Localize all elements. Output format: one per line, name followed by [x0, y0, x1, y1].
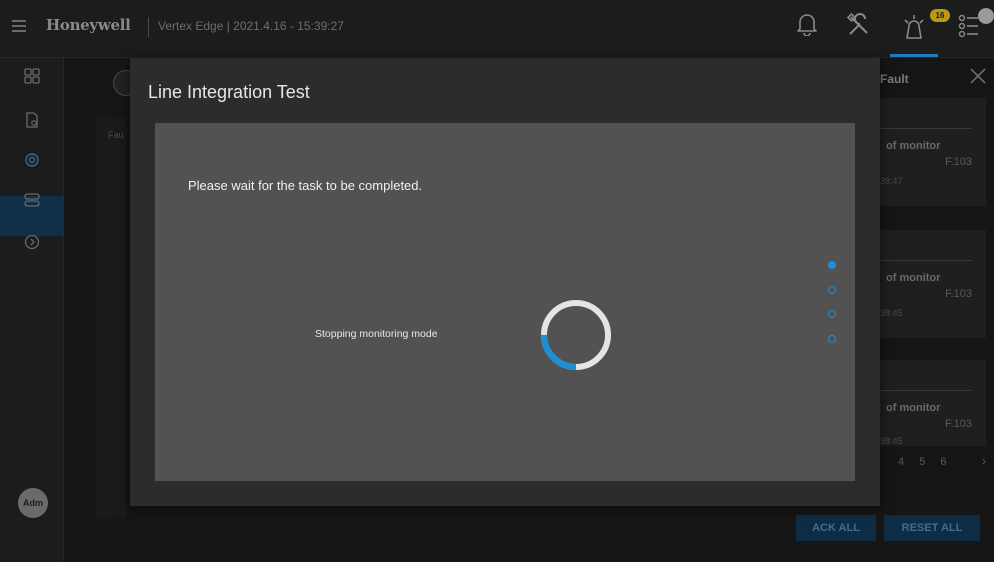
card-divider — [880, 390, 972, 391]
fault-card-title: of monitor — [886, 402, 941, 414]
next-page-icon[interactable]: › — [982, 454, 986, 468]
fault-table-background — [96, 118, 126, 518]
divider — [148, 17, 149, 37]
close-icon[interactable] — [968, 66, 988, 86]
alarm-count-badge: 16 — [930, 9, 950, 22]
card-divider — [880, 128, 972, 129]
fault-card-time: 38:45 — [880, 436, 903, 446]
fault-panel-title: Fault — [880, 72, 909, 86]
alarm-icon[interactable] — [900, 12, 928, 42]
devices-icon[interactable] — [24, 192, 40, 208]
ack-all-button[interactable]: ACK ALL — [796, 515, 876, 541]
brand-logo: Honeywell — [46, 16, 131, 34]
document-icon[interactable] — [24, 112, 40, 128]
device-list-icon[interactable] — [958, 12, 980, 40]
sidebar — [0, 58, 64, 562]
help-icon[interactable] — [24, 234, 40, 250]
loading-spinner-icon — [541, 300, 611, 370]
user-avatar[interactable]: Adm — [18, 488, 48, 518]
tools-icon[interactable] — [846, 12, 872, 38]
wait-message: Please wait for the task to be completed… — [188, 178, 423, 193]
dashboard-icon[interactable] — [24, 68, 40, 84]
active-tab-indicator — [890, 54, 938, 57]
step-indicator-dot — [828, 286, 836, 294]
card-divider — [880, 260, 972, 261]
fault-card-time: 38:45 — [880, 308, 903, 318]
page-link[interactable]: 6 — [940, 456, 946, 468]
settings-icon[interactable] — [24, 152, 40, 168]
fault-card-title: of monitor — [886, 272, 941, 284]
bell-icon[interactable] — [796, 12, 818, 36]
line-integration-test-dialog: Line Integration Test Please wait for th… — [130, 58, 880, 506]
step-indicator-dot — [828, 261, 836, 269]
fault-card-code: F.103 — [945, 288, 972, 300]
device-info: Vertex Edge | 2021.4.16 - 15:39:27 — [158, 19, 344, 33]
step-indicator-dot — [828, 310, 836, 318]
fault-card[interactable]: of monitor F.103 38:47 — [880, 98, 986, 206]
hamburger-menu-icon[interactable] — [12, 20, 26, 32]
fault-card[interactable]: of monitor F.103 38:45 — [880, 230, 986, 338]
fault-card-title: of monitor — [886, 140, 941, 152]
fault-card-code: F.103 — [945, 156, 972, 168]
dialog-title: Line Integration Test — [148, 82, 310, 102]
reset-all-button[interactable]: RESET ALL — [884, 515, 980, 541]
top-bar: Honeywell Vertex Edge | 2021.4.16 - 15:3… — [0, 0, 994, 58]
fault-card[interactable]: of monitor F.103 38:45 — [880, 360, 986, 446]
page-link[interactable]: 5 — [919, 456, 925, 468]
fault-card-time: 38:47 — [880, 176, 903, 186]
dialog-body: Please wait for the task to be completed… — [155, 123, 855, 481]
pagination: 4 5 6 — [898, 456, 947, 468]
page-link[interactable]: 4 — [898, 456, 904, 468]
step-indicator-dot — [828, 335, 836, 343]
status-message: Stopping monitoring mode — [315, 328, 438, 340]
device-list-badge — [978, 8, 994, 24]
fault-card-code: F.103 — [945, 418, 972, 430]
table-header-label: Fau — [108, 130, 124, 140]
